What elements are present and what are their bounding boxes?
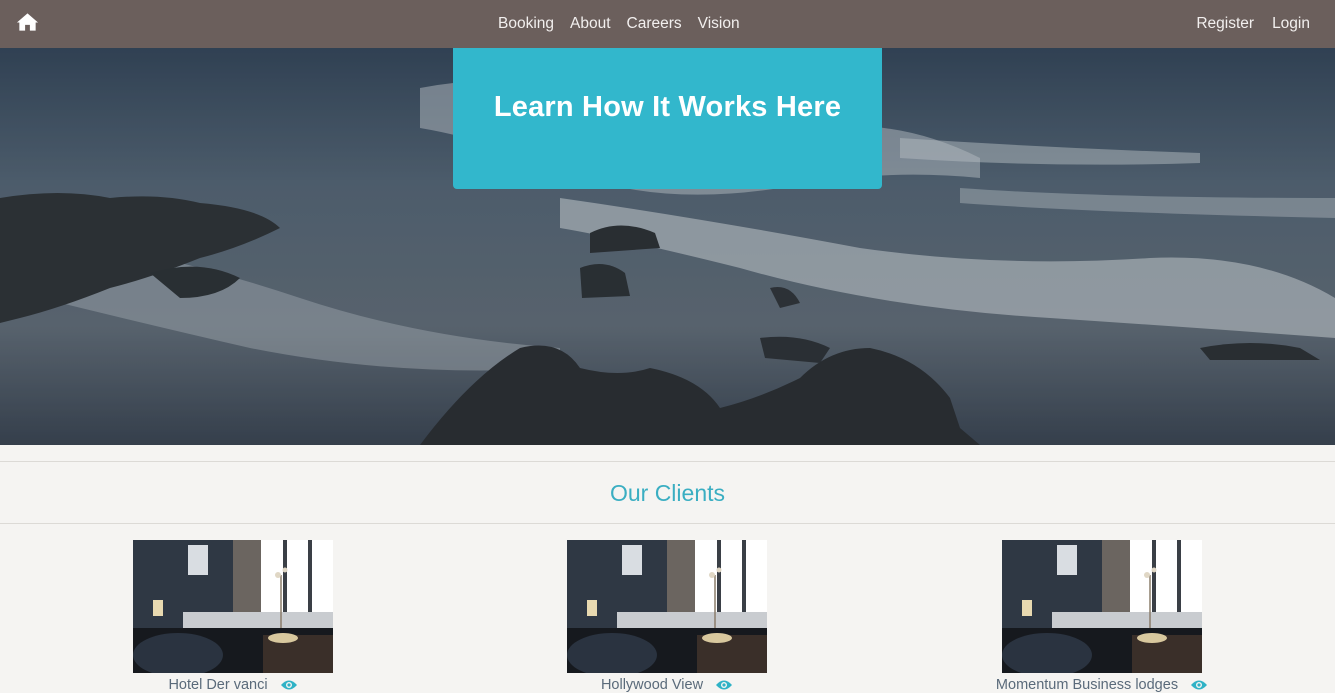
client-caption: Momentum Business lodges bbox=[952, 677, 1252, 693]
register-link[interactable]: Register bbox=[1196, 15, 1254, 33]
client-caption: Hotel Der vanci bbox=[83, 677, 383, 693]
section-divider-bottom bbox=[0, 523, 1335, 524]
auth-nav: Register Login bbox=[1178, 0, 1310, 48]
eye-icon[interactable] bbox=[715, 679, 733, 691]
client-caption: Hollywood View bbox=[517, 677, 817, 693]
main-nav: Booking About Careers Vision bbox=[490, 0, 748, 48]
learn-how-it-works-button[interactable]: Learn How It Works Here bbox=[453, 48, 882, 189]
client-name[interactable]: Hollywood View bbox=[601, 677, 703, 693]
eye-icon[interactable] bbox=[280, 679, 298, 691]
client-card: Hotel Der vanci bbox=[83, 540, 383, 693]
nav-about-link[interactable]: About bbox=[570, 15, 611, 33]
client-name[interactable]: Momentum Business lodges bbox=[996, 677, 1178, 693]
client-thumbnail[interactable] bbox=[133, 540, 333, 673]
client-name[interactable]: Hotel Der vanci bbox=[168, 677, 267, 693]
login-link[interactable]: Login bbox=[1272, 15, 1310, 33]
nav-vision-link[interactable]: Vision bbox=[698, 15, 740, 33]
section-title: Our Clients bbox=[609, 480, 726, 506]
cta-label: Learn How It Works Here bbox=[493, 91, 842, 123]
nav-careers-link[interactable]: Careers bbox=[627, 15, 682, 33]
top-navbar: Booking About Careers Vision Register Lo… bbox=[0, 0, 1335, 48]
section-divider-top bbox=[0, 461, 1335, 462]
nav-booking-link[interactable]: Booking bbox=[498, 15, 554, 33]
eye-icon[interactable] bbox=[1190, 679, 1208, 691]
client-card: Hollywood View bbox=[517, 540, 817, 693]
client-card: Momentum Business lodges bbox=[952, 540, 1252, 693]
home-icon[interactable] bbox=[16, 12, 39, 32]
client-thumbnail[interactable] bbox=[1002, 540, 1202, 673]
client-thumbnail[interactable] bbox=[567, 540, 767, 673]
